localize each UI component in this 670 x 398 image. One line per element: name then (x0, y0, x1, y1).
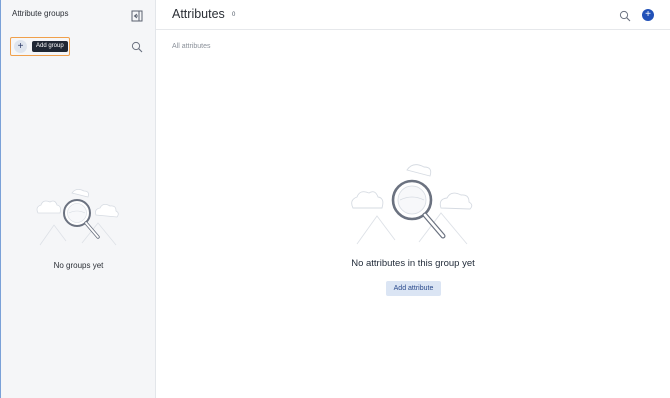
page-header: Attributes 0 + (156, 0, 670, 30)
empty-groups-text: No groups yet (53, 261, 104, 270)
plus-icon: + (645, 9, 651, 20)
add-attribute-button[interactable]: Add attribute (386, 281, 441, 296)
collapse-sidebar-button[interactable] (131, 9, 143, 22)
add-group-button[interactable]: + (14, 40, 27, 53)
page-title: Attributes (172, 7, 225, 21)
empty-attributes-text: No attributes in this group yet (351, 258, 475, 269)
search-icon (131, 41, 143, 53)
empty-groups-illustration (36, 189, 119, 246)
sidebar-search-button[interactable] (131, 40, 143, 53)
header-search-button[interactable] (619, 9, 631, 22)
attribute-groups-sidebar: Attribute groups + Add group No groups y… (1, 0, 156, 398)
plus-icon: + (17, 41, 24, 52)
add-group-tooltip: Add group (32, 41, 68, 52)
collapse-panel-icon (131, 10, 143, 22)
empty-attributes-illustration (351, 164, 473, 245)
sidebar-title: Attribute groups (12, 9, 69, 18)
add-attribute-header-button[interactable]: + (642, 9, 654, 21)
attribute-count-badge: 0 (232, 12, 236, 18)
search-icon (619, 10, 631, 22)
breadcrumb: All attributes (172, 43, 211, 50)
